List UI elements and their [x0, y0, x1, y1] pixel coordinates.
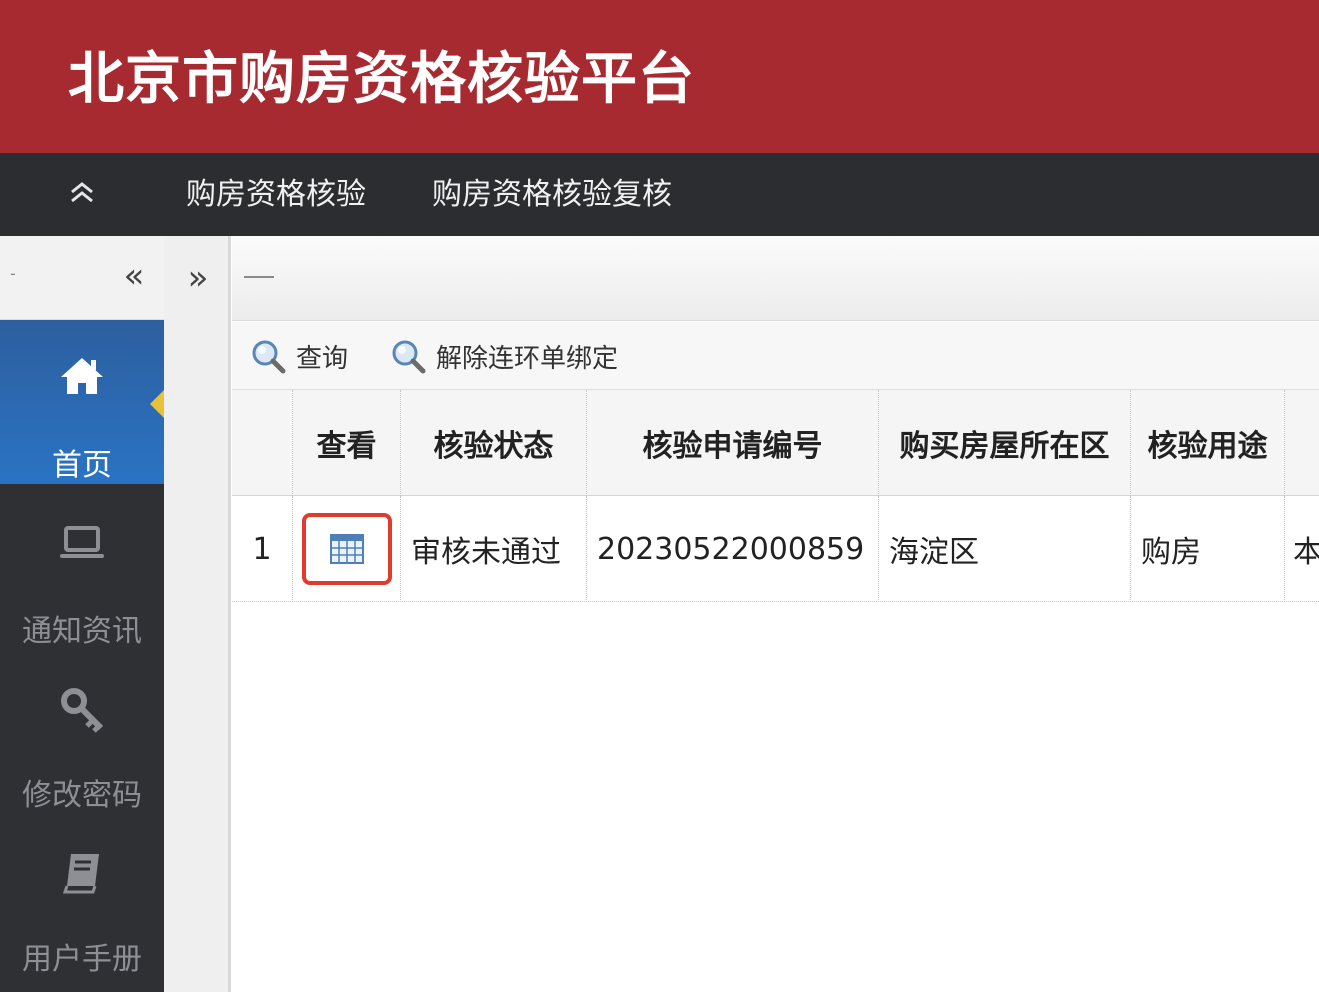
view-details-button[interactable]: [301, 513, 392, 585]
column-header-more: [1285, 390, 1319, 496]
column-header-purpose[interactable]: 核验用途: [1131, 390, 1285, 496]
column-header-label: 购买房屋所在区: [899, 429, 1110, 464]
sidebar-item-label: 修改密码: [22, 778, 142, 813]
collapse-sidebar-icon[interactable]: «: [114, 256, 154, 296]
search-icon: [392, 340, 426, 374]
sidebar: - « 首页 通知资讯 修改密码 用户手册: [0, 236, 164, 992]
double-chevron-up-icon[interactable]: [62, 173, 102, 213]
column-header-district[interactable]: 购买房屋所在区: [879, 390, 1131, 496]
column-header-label: 查看: [316, 429, 377, 464]
column-header-application-no[interactable]: 核验申请编号: [587, 390, 879, 496]
column-header-view[interactable]: 查看: [293, 390, 401, 496]
sidebar-item-label: 首页: [52, 448, 112, 483]
sidebar-header: - «: [0, 236, 164, 320]
home-icon: [61, 358, 103, 394]
app-title: 北京市购房资格核验平台: [68, 47, 695, 112]
unbind-chain-order-button[interactable]: 解除连环单绑定: [390, 336, 618, 376]
calendar-grid-icon: [329, 534, 364, 564]
nav-item-purchase-verification[interactable]: 购房资格核验: [186, 175, 366, 215]
toolbar: 查询 解除连环单绑定: [232, 322, 1319, 390]
panel-minimize-icon[interactable]: [244, 276, 274, 278]
column-header-status[interactable]: 核验状态: [401, 390, 587, 496]
book-icon: [62, 854, 99, 894]
column-header-label: 核验用途: [1147, 429, 1268, 464]
laptop-icon: [60, 526, 104, 558]
grid-header: 查看 核验状态 核验申请编号 购买房屋所在区 核验用途: [232, 390, 1319, 496]
top-nav: 购房资格核验 购房资格核验复核: [0, 153, 1319, 236]
search-icon: [252, 340, 286, 374]
district-cell: 海淀区: [879, 496, 1131, 602]
panel-splitter: »: [164, 236, 231, 992]
sidebar-item-label: 用户手册: [22, 942, 142, 977]
column-header-label: 核验状态: [433, 429, 554, 464]
column-header-label: 核验申请编号: [642, 429, 823, 464]
sidebar-item-home[interactable]: 首页: [0, 320, 164, 484]
application-no-cell: 20230522000859: [587, 496, 879, 602]
sidebar-item-change-password[interactable]: 修改密码: [0, 648, 164, 813]
sidebar-item-user-manual[interactable]: 用户手册: [0, 812, 164, 977]
splitter-divider[interactable]: [228, 236, 231, 992]
expand-panel-icon[interactable]: »: [178, 258, 218, 298]
view-cell: [293, 496, 401, 602]
double-chevron-up-icon-svg: [71, 182, 93, 203]
sidebar-item-label: 通知资讯: [22, 614, 142, 649]
key-icon: [61, 688, 104, 733]
row-number: 1: [232, 496, 293, 602]
nav-item-purchase-verification-review[interactable]: 购房资格核验复核: [432, 175, 672, 215]
unbind-chain-order-label: 解除连环单绑定: [436, 343, 619, 374]
query-button[interactable]: 查询: [250, 336, 348, 376]
purpose-cell: 购房: [1131, 496, 1285, 602]
panel-header: [232, 236, 1319, 321]
sidebar-head-dash: -: [10, 264, 16, 283]
table-row[interactable]: 1 审核未通过 20230522000859 海淀区 购房 本: [232, 496, 1319, 602]
app-header: 北京市购房资格核验平台: [0, 0, 1319, 153]
query-button-label: 查询: [296, 343, 349, 374]
status-cell: 审核未通过: [401, 496, 587, 602]
main-content: 查询 解除连环单绑定 查看 核验状态 核验申请编号 购买房屋所在区 核验用途 1…: [232, 236, 1319, 992]
truncated-cell: 本: [1293, 535, 1319, 570]
sidebar-item-notices[interactable]: 通知资讯: [0, 484, 164, 649]
column-header-row-number: [232, 390, 293, 496]
